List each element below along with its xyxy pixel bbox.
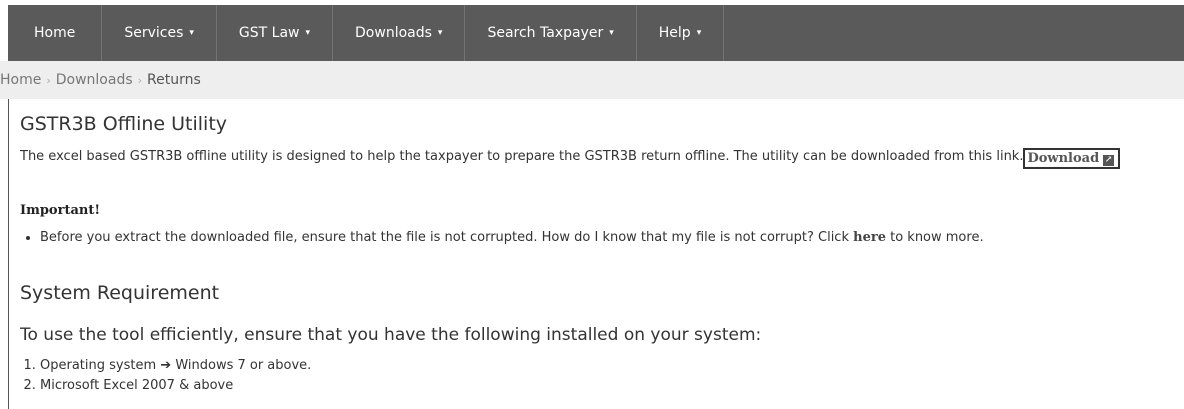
download-link[interactable]: Download ↗ <box>1023 148 1121 169</box>
requirement-list: Operating system ➔ Windows 7 or above. M… <box>20 356 311 396</box>
list-item: Operating system ➔ Windows 7 or above. <box>40 356 311 376</box>
nav-help[interactable]: Help ▾ <box>637 5 725 61</box>
requirement-intro: To use the tool efficiently, ensure that… <box>20 325 762 345</box>
system-requirement-heading: System Requirement <box>20 282 220 304</box>
content-left-border <box>8 99 9 409</box>
breadcrumb: Home › Downloads › Returns <box>0 61 1184 99</box>
external-link-icon: ↗ <box>1103 155 1115 166</box>
breadcrumb-downloads[interactable]: Downloads <box>56 72 133 88</box>
page-title: GSTR3B Offline Utility <box>20 113 228 135</box>
nav-downloads[interactable]: Downloads ▾ <box>333 5 466 61</box>
nav-gst-law[interactable]: GST Law ▾ <box>217 5 334 61</box>
nav-downloads-label: Downloads <box>355 25 432 41</box>
important-heading: Important! <box>20 203 101 218</box>
list-item: Before you extract the downloaded file, … <box>40 230 984 245</box>
breadcrumb-current: Returns <box>147 72 201 88</box>
nav-gst-law-label: GST Law <box>238 25 300 41</box>
top-navbar: Home Services ▾ GST Law ▾ Downloads ▾ Se… <box>8 5 1184 61</box>
nav-home[interactable]: Home <box>8 5 103 61</box>
chevron-down-icon: ▾ <box>609 28 614 38</box>
nav-search-taxpayer-label: Search Taxpayer <box>487 25 604 41</box>
arrow-right-icon: ➔ <box>160 358 172 373</box>
list-item: Microsoft Excel 2007 & above <box>40 376 311 396</box>
utility-description: The excel based GSTR3B offline utility i… <box>20 146 1170 169</box>
important-list: Before you extract the downloaded file, … <box>20 230 984 245</box>
chevron-down-icon: ▾ <box>305 28 311 38</box>
nav-services[interactable]: Services ▾ <box>102 5 217 61</box>
chevron-right-icon: › <box>137 73 143 87</box>
download-label: Download <box>1027 151 1100 166</box>
chevron-right-icon: › <box>46 73 51 87</box>
bullet-tail: to know more. <box>885 230 984 245</box>
chevron-down-icon: ▾ <box>696 28 702 38</box>
bullet-text: Before you extract the downloaded file, … <box>40 230 854 245</box>
nav-services-label: Services <box>124 25 184 41</box>
chevron-down-icon: ▾ <box>189 28 194 38</box>
req1-value: Windows 7 or above. <box>175 358 312 373</box>
nav-home-label: Home <box>34 25 76 41</box>
chevron-down-icon: ▾ <box>437 28 443 38</box>
here-link[interactable]: here <box>853 230 886 245</box>
breadcrumb-home[interactable]: Home <box>0 72 41 88</box>
nav-help-label: Help <box>658 25 691 41</box>
description-text: The excel based GSTR3B offline utility i… <box>20 149 1024 164</box>
nav-search-taxpayer[interactable]: Search Taxpayer ▾ <box>465 5 637 61</box>
req1-prefix: Operating system <box>40 358 157 373</box>
